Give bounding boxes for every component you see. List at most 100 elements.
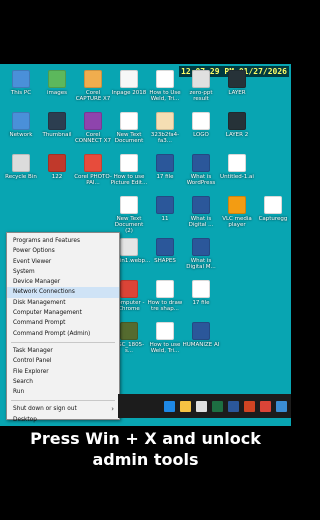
store-icon[interactable] bbox=[196, 400, 207, 412]
desktop-icon[interactable]: What is Digital M... bbox=[182, 238, 220, 280]
desktop-icon[interactable]: Capturegg bbox=[254, 196, 291, 238]
menu-group-tools: Task Manager Control Panel File Explorer Se… bbox=[7, 346, 119, 397]
menu-item-power-options[interactable]: Power Options bbox=[7, 246, 119, 256]
desktop-icon[interactable]: images bbox=[38, 70, 76, 112]
menu-item-shut-down-or-sign-out[interactable]: Shut down or sign out › bbox=[7, 404, 119, 414]
desktop-file-icon bbox=[264, 196, 282, 214]
desktop-icon[interactable]: What is WordPress bbox=[182, 154, 220, 196]
menu-item-file-explorer[interactable]: File Explorer bbox=[7, 367, 119, 377]
desktop-icon-label: How to draw tre shap... bbox=[147, 300, 183, 312]
menu-item-system[interactable]: System bbox=[7, 267, 119, 277]
menu-item-command-prompt-admin[interactable]: Command Prompt (Admin) bbox=[7, 329, 119, 339]
menu-group-power: Shut down or sign out › Desktop bbox=[7, 404, 119, 425]
desktop-file-icon bbox=[228, 70, 246, 88]
desktop-file-icon bbox=[156, 112, 174, 130]
desktop-icon[interactable]: 323b2fa4-fa3... bbox=[146, 112, 184, 154]
desktop-icon[interactable]: 122 bbox=[38, 154, 76, 196]
desktop-icon[interactable]: Untitled-1.ai bbox=[218, 154, 256, 196]
menu-group-admin: Programs and Features Power Options Event … bbox=[7, 236, 119, 339]
desktop-icon[interactable]: Corel CONNECT X7 bbox=[74, 112, 112, 154]
desktop-icon-label: SHAPES bbox=[154, 258, 176, 264]
desktop-icon[interactable]: How to use Picture Edit... bbox=[110, 154, 148, 196]
desktop-icon-label: LAYER 2 bbox=[225, 132, 249, 138]
desktop-icon[interactable]: 17 file bbox=[182, 280, 220, 322]
menu-item-label: Disk Management bbox=[13, 299, 66, 306]
desktop-icon-label: 122 bbox=[51, 174, 63, 180]
menu-item-disk-management[interactable]: Disk Management bbox=[7, 298, 119, 308]
desktop-icon[interactable]: How to Use Weld, Tri... bbox=[146, 70, 184, 112]
menu-item-label: Computer Management bbox=[13, 310, 82, 317]
word-icon[interactable] bbox=[228, 400, 239, 412]
desktop-file-icon bbox=[192, 238, 210, 256]
menu-item-label: Run bbox=[13, 389, 25, 396]
desktop-icon[interactable]: How to draw tre shap... bbox=[146, 280, 184, 322]
desktop-icon-label: How to Use Weld, Tri... bbox=[149, 90, 181, 102]
menu-item-label: Power Options bbox=[13, 248, 55, 255]
desktop-icon[interactable]: Corel PHOTO-PAI... bbox=[74, 154, 112, 196]
desktop-icon-label: Corel CONNECT X7 bbox=[74, 132, 112, 144]
desktop-icon-label: 11 bbox=[161, 216, 169, 222]
desktop-icon[interactable]: New Text Document bbox=[110, 112, 148, 154]
desktop-icon[interactable]: Corel CAPTURE X7 bbox=[74, 70, 112, 112]
menu-item-task-manager[interactable]: Task Manager bbox=[7, 346, 119, 356]
excel-icon[interactable] bbox=[212, 400, 223, 412]
desktop-icon-label: 17 file bbox=[192, 300, 210, 306]
desktop-file-icon bbox=[156, 322, 174, 340]
menu-item-event-viewer[interactable]: Event Viewer bbox=[7, 257, 119, 267]
desktop-icon[interactable]: HUMANIZE AI bbox=[182, 322, 220, 364]
chrome-icon[interactable] bbox=[260, 400, 271, 412]
menu-item-device-manager[interactable]: Device Manager bbox=[7, 277, 119, 287]
desktop-icon[interactable]: Network bbox=[2, 112, 40, 154]
chevron-right-icon: › bbox=[111, 405, 114, 414]
desktop-icon[interactable]: How to use Weld, Tri... bbox=[146, 322, 184, 364]
edge-icon[interactable] bbox=[164, 400, 175, 412]
menu-item-programs-and-features[interactable]: Programs and Features bbox=[7, 236, 119, 246]
desktop-icon[interactable]: LAYER bbox=[218, 70, 256, 112]
desktop-icon-label: Thumbnail bbox=[42, 132, 72, 138]
desktop-icon[interactable]: LAYER 2 bbox=[218, 112, 256, 154]
desktop-icon[interactable]: LOGO bbox=[182, 112, 220, 154]
video-frame: 12:07:29 PM 01/27/2026 This PCimagesCore… bbox=[0, 0, 291, 520]
desktop-icon[interactable]: What is Digital ... bbox=[182, 196, 220, 238]
desktop-icon[interactable]: SHAPES bbox=[146, 238, 184, 280]
desktop-icon[interactable]: 11 bbox=[146, 196, 184, 238]
desktop-icon-label: How to use Weld, Tri... bbox=[149, 342, 181, 354]
desktop-icon[interactable]: This PC bbox=[2, 70, 40, 112]
desktop-icon[interactable]: VLC media player bbox=[218, 196, 256, 238]
menu-item-run[interactable]: Run bbox=[7, 387, 119, 397]
menu-item-computer-management[interactable]: Computer Management bbox=[7, 308, 119, 318]
desktop-icon-label: Network bbox=[9, 132, 33, 138]
desktop-icon[interactable]: 17 file bbox=[146, 154, 184, 196]
capture-icon[interactable] bbox=[276, 400, 287, 412]
desktop-file-icon bbox=[192, 112, 210, 130]
desktop-icon-label: What is WordPress bbox=[186, 174, 216, 186]
powerpoint-icon[interactable] bbox=[244, 400, 255, 412]
menu-item-label: Event Viewer bbox=[13, 258, 52, 265]
taskbar bbox=[118, 394, 291, 418]
menu-item-search[interactable]: Search bbox=[7, 377, 119, 387]
desktop-file-icon bbox=[156, 154, 174, 172]
desktop-file-icon bbox=[120, 154, 138, 172]
desktop-icon[interactable]: Inpage 2018 bbox=[110, 70, 148, 112]
desktop-icon-label: 17 file bbox=[156, 174, 174, 180]
menu-separator bbox=[11, 400, 115, 402]
desktop-icon-label: New Text Document bbox=[114, 132, 144, 144]
menu-item-label: Shut down or sign out bbox=[13, 406, 77, 413]
desktop-icon-label: Corel PHOTO-PAI... bbox=[74, 174, 112, 186]
desktop-icon[interactable]: Thumbnail bbox=[38, 112, 76, 154]
menu-item-network-connections[interactable]: Network Connections bbox=[7, 287, 119, 298]
desktop-icon-label: LOGO bbox=[193, 132, 209, 138]
desktop-icon-label: LAYER bbox=[228, 90, 246, 96]
desktop-icon-label: images bbox=[47, 90, 67, 96]
desktop-icon[interactable]: zero-ppt result bbox=[182, 70, 220, 112]
desktop-icon-label: How to use Picture Edit... bbox=[110, 174, 148, 186]
desktop-icon-label: Untitled-1.ai bbox=[220, 174, 254, 180]
desktop-file-icon bbox=[192, 154, 210, 172]
desktop-file-icon bbox=[48, 70, 66, 88]
menu-item-command-prompt[interactable]: Command Prompt bbox=[7, 318, 119, 328]
desktop-icon[interactable]: Recycle Bin bbox=[2, 154, 40, 196]
menu-item-label: System bbox=[13, 268, 35, 275]
menu-item-desktop[interactable]: Desktop bbox=[7, 415, 119, 425]
folder-icon[interactable] bbox=[180, 400, 191, 412]
menu-item-control-panel[interactable]: Control Panel bbox=[7, 356, 119, 366]
